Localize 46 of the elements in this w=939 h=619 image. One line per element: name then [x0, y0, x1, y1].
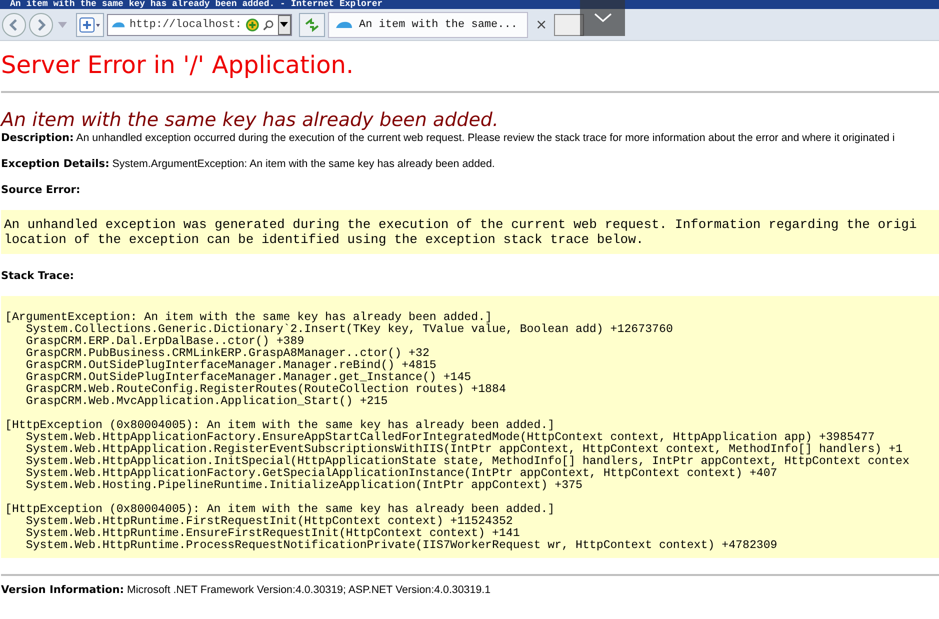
code-line: GraspCRM.OutSidePlugInterfaceManager.Manager.reBind() +4815	[24, 360, 438, 372]
code-line: GraspCRM.PubBusiness.CRMLinkERP.GraspA8Manager..ctor() +32	[24, 348, 430, 360]
back-button[interactable]	[2, 12, 26, 36]
field-text: Description: An unhandled exception occurred during the execution of the current web request. Please review the stack trace for more information about the error and where it originated i	[1, 132, 896, 144]
code-line: GraspCRM.Web.RouteConfig.RegisterRoutes(RouteCollection routes) +1884	[24, 384, 507, 396]
code-line: GraspCRM.Web.MvcApplication.Application_Start() +215	[24, 396, 389, 408]
chevron-icon	[594, 13, 612, 23]
code-line: An unhandled exception was generated during the execution of the current web request. Information regarding the origi	[4, 217, 918, 232]
code-line: [HttpException (0x80004005): An item with the same key has already been added.]	[5, 420, 555, 432]
code-line: System.Web.HttpApplicationFactory.GetSpecialApplicationInstance(IntPtr appContext, HttpContext context) +407	[24, 468, 778, 480]
plus-circle-icon[interactable]	[246, 16, 259, 32]
caret-icon	[280, 22, 288, 27]
address-bar[interactable]: http://localhost:	[107, 14, 292, 36]
code-line: GraspCRM.OutSidePlugInterfaceManager.Manager.get_Instance() +145	[24, 372, 472, 384]
cloud-icon	[111, 20, 126, 29]
code-line: System.Web.HttpRuntime.EnsureFirstRequestInit(HttpContext context) +141	[24, 528, 520, 540]
version-text: Version Information: Microsoft .NET Framework Version:4.0.30319; ASP.NET Version:4.0.30319.1	[1, 584, 492, 596]
plus-icon	[79, 16, 101, 32]
close-tab-button[interactable]: ×	[531, 16, 552, 32]
code-line: location of the exception can be identified using the exception stack trace below.	[4, 232, 645, 247]
search-icon[interactable]	[262, 18, 274, 32]
url-text: http://localhost:	[129, 18, 242, 30]
code-line: System.Web.HttpApplication.RegisterEventSubscriptionsWithIIS(IntPtr appContext, HttpContext context, MethodInfo[] handlers) +1	[24, 444, 904, 456]
code-line: System.Web.Hosting.PipelineRuntime.InitializeApplication(IntPtr appContext) +375	[24, 480, 584, 492]
code-line: System.Web.HttpApplicationFactory.EnsureAppStartCalledForIntegratedMode(HttpContext context, HttpApplication app) +3985477	[24, 432, 875, 444]
code-line: System.Collections.Generic.Dictionary`2.Insert(TKey key, TValue value, Boolean add) +12673760	[24, 324, 674, 336]
dropdown-button[interactable]	[278, 14, 291, 34]
code-line: GraspCRM.ERP.Dal.ErpDalBase..ctor() +389	[24, 336, 304, 348]
field-text: Exception Details: System.ArgumentException: An item with the same key has already been added.	[1, 158, 496, 170]
code-line: System.Web.HttpApplication.InitSpecial(HttpApplicationState state, MethodInfo[] handlers, IntPtr appContext, HttpContext contex	[24, 456, 910, 468]
arrows-icon	[304, 18, 320, 32]
section-label: Source Error:	[1, 184, 82, 196]
code-line: [HttpException (0x80004005): An item with the same key has already been added.]	[5, 504, 556, 516]
compatibility-button[interactable]	[299, 12, 325, 36]
new-tab-button[interactable]	[554, 14, 584, 36]
cloud-icon	[335, 20, 353, 29]
code-line: [ArgumentException: An item with the same key has already been added.]	[5, 312, 492, 324]
section-label: Stack Trace:	[1, 270, 75, 282]
code-line: System.Web.HttpRuntime.ProcessRequestNotificationPrivate(IIS7WorkerRequest wr, HttpContext context) +4782309	[24, 540, 778, 552]
browser-tab[interactable]: An item with the same...	[328, 12, 528, 38]
error-title: An item with the same key has already been added.	[1, 109, 500, 131]
favorites-button[interactable]	[76, 12, 104, 36]
code-line: System.Web.HttpRuntime.FirstRequestInit(HttpContext context) +11524352	[24, 516, 514, 528]
forward-button[interactable]	[29, 12, 53, 36]
page-heading: Server Error in '/' Application.	[1, 51, 355, 79]
collapse-panel[interactable]	[580, 0, 625, 36]
